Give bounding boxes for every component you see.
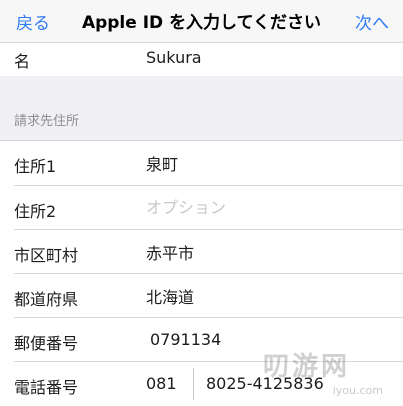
address2-field[interactable] — [146, 198, 386, 217]
address1-row[interactable]: 住所1 — [0, 141, 403, 185]
next-button[interactable]: 次へ — [355, 9, 389, 34]
city-row[interactable]: 市区町村 — [0, 230, 403, 274]
city-label: 市区町村 — [14, 246, 79, 265]
watermark-url: iyou.com — [332, 384, 383, 397]
navigation-bar: 戻る Apple ID を入力してください 次へ — [0, 0, 403, 43]
phone-field-divider — [193, 368, 194, 400]
name-row[interactable]: 名 — [0, 43, 403, 76]
postal-code-label: 郵便番号 — [14, 334, 79, 353]
address1-field[interactable] — [146, 153, 386, 172]
page-title: Apple ID を入力してください — [81, 13, 322, 33]
prefecture-row[interactable]: 都道府県 — [0, 274, 403, 318]
prefecture-field[interactable] — [146, 286, 386, 305]
address2-label: 住所2 — [14, 202, 57, 221]
section-header-billing: 請求先住所 — [14, 114, 80, 129]
phone-label: 電話番号 — [14, 378, 79, 397]
address2-row[interactable]: 住所2 — [0, 186, 403, 230]
address1-label: 住所1 — [14, 157, 57, 176]
name-field[interactable] — [146, 48, 386, 67]
name-label: 名 — [14, 52, 31, 71]
prefecture-label: 都道府県 — [14, 290, 79, 309]
watermark-logo: 叨游网 — [263, 352, 351, 382]
city-field[interactable] — [146, 242, 386, 261]
section-background — [0, 76, 403, 140]
phone-area-code-field[interactable]: 081 — [146, 374, 177, 393]
